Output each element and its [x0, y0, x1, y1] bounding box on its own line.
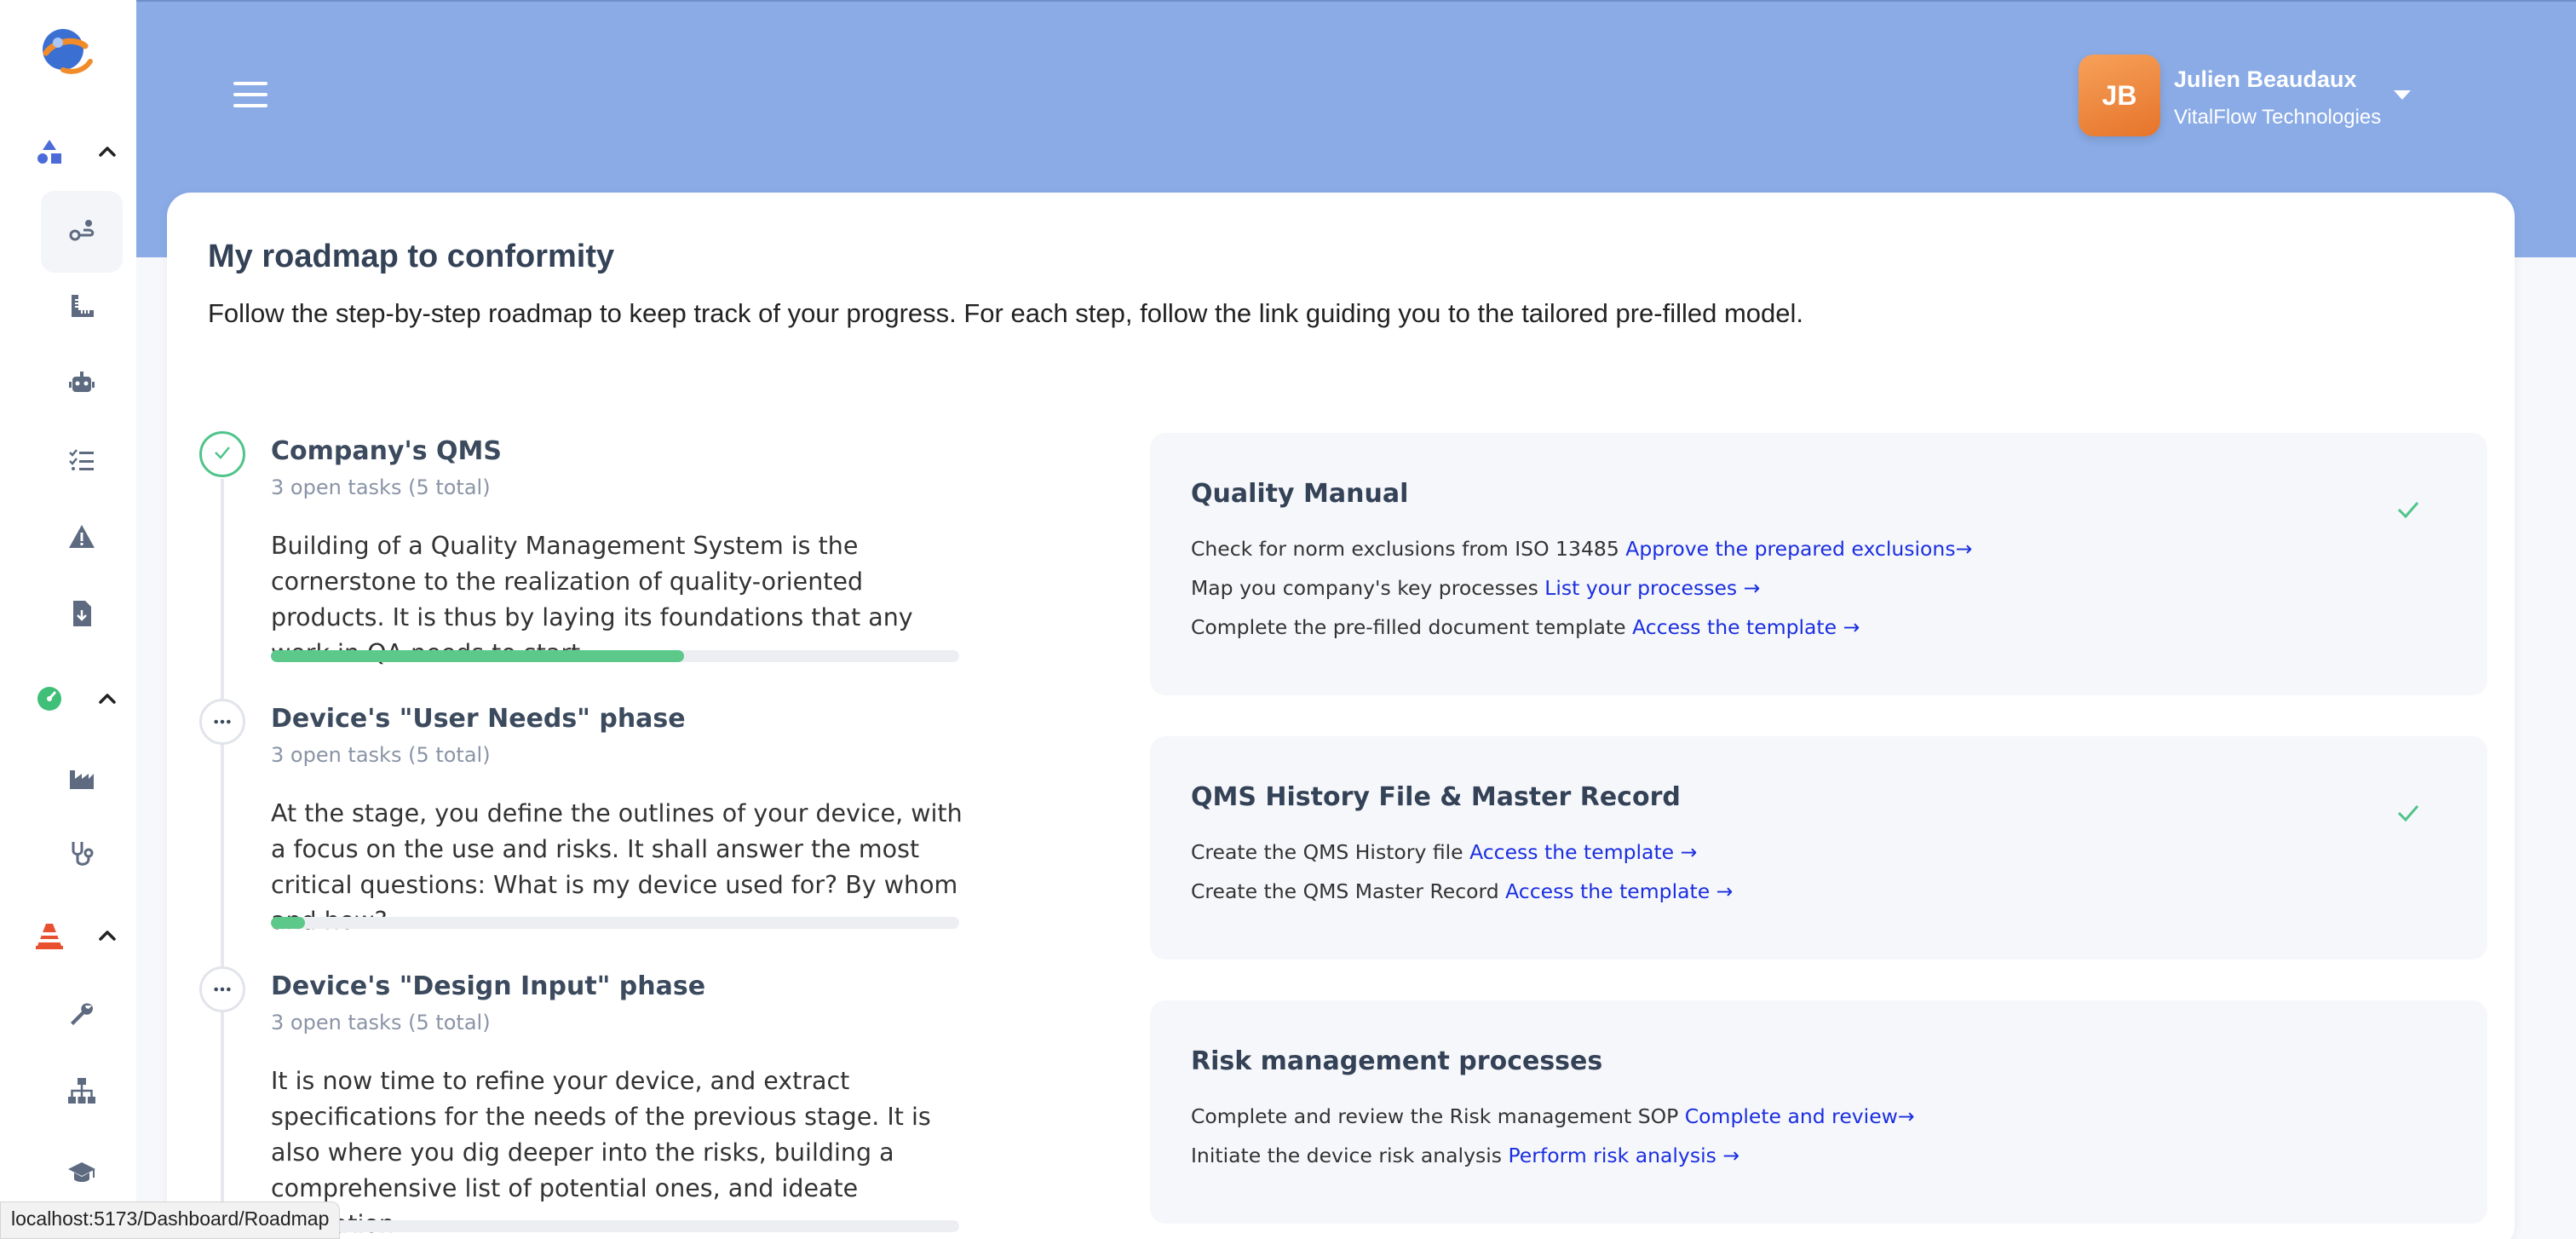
factory-icon — [66, 762, 97, 797]
ruler-icon — [66, 291, 97, 326]
robot-icon — [66, 368, 97, 403]
check-icon — [212, 442, 233, 467]
step-title[interactable]: Company's QMS — [271, 436, 502, 466]
sidebar-item-documents[interactable] — [41, 574, 123, 656]
sidebar-item-organization[interactable] — [41, 1052, 123, 1133]
user-company: VitalFlow Technologies — [2174, 106, 2382, 129]
progress-fill — [271, 917, 306, 929]
task-text: Map you company's key processes — [1191, 576, 1545, 600]
sidebar-group-design[interactable] — [34, 128, 119, 179]
arrow-right-icon: → — [1716, 879, 1734, 903]
card-title: Risk management processes — [1191, 1046, 1603, 1076]
arrow-right-icon: → — [1955, 537, 1973, 561]
page-subtitle: Follow the step-by-step roadmap to keep … — [208, 298, 1804, 328]
page-title: My roadmap to conformity — [208, 239, 615, 274]
browser-status-url: localhost:5173/Dashboard/Roadmap — [0, 1202, 341, 1239]
step-progress-bar — [271, 1220, 959, 1232]
sitemap-icon — [66, 1075, 97, 1110]
arrow-right-icon: → — [1743, 576, 1761, 600]
roadmap-icon — [66, 215, 97, 250]
task-text: Create the QMS Master Record — [1191, 879, 1506, 903]
task-text: Create the QMS History file — [1191, 840, 1470, 864]
step-title[interactable]: Device's "Design Input" phase — [271, 971, 705, 1001]
task-card: Quality Manual Check for norm exclusions… — [1150, 433, 2487, 695]
task-link[interactable]: Access the template → — [1469, 840, 1697, 864]
step-task-count: 3 open tasks (5 total) — [271, 1011, 491, 1034]
traffic-cone-icon — [34, 920, 65, 955]
task-text: Check for norm exclusions from ISO 13485 — [1191, 537, 1626, 561]
check-icon — [2395, 499, 2421, 520]
shapes-icon — [34, 136, 65, 171]
task-item: Map you company's key processes List you… — [1191, 576, 1760, 600]
arrow-right-icon: → — [1843, 615, 1860, 639]
card-title: QMS History File & Master Record — [1191, 782, 1681, 812]
timeline-line — [221, 479, 224, 1239]
graduation-cap-icon — [66, 1157, 97, 1192]
step-description: It is now time to refine your device, an… — [271, 1067, 931, 1238]
chevron-up-icon[interactable] — [95, 687, 119, 715]
task-item: Create the QMS History file Access the t… — [1191, 840, 1697, 864]
user-name[interactable]: Julien Beaudaux — [2174, 66, 2357, 93]
sidebar-group-operations[interactable] — [34, 912, 119, 963]
check-icon — [2395, 803, 2421, 823]
task-text: Complete and review the Risk management … — [1191, 1104, 1685, 1128]
task-link[interactable]: Access the template → — [1632, 615, 1860, 639]
app-logo[interactable] — [37, 24, 95, 82]
stethoscope-icon — [66, 838, 97, 873]
task-link[interactable]: Perform risk analysis → — [1508, 1144, 1739, 1167]
task-text: Initiate the device risk analysis — [1191, 1144, 1509, 1167]
sidebar-item-roadmap[interactable] — [41, 191, 123, 273]
step-status-pending — [199, 966, 245, 1012]
hamburger-icon[interactable] — [233, 82, 267, 111]
sidebar-item-tools[interactable] — [41, 975, 123, 1057]
card-title: Quality Manual — [1191, 479, 1409, 509]
task-item: Complete and review the Risk management … — [1191, 1104, 1915, 1128]
sidebar-item-clinical[interactable] — [41, 815, 123, 896]
sidebar-item-ai[interactable] — [41, 344, 123, 426]
arrow-right-icon: → — [1722, 1144, 1740, 1167]
chevron-up-icon[interactable] — [95, 924, 119, 952]
file-download-icon — [66, 598, 97, 633]
progress-fill — [271, 650, 684, 662]
sidebar-item-checklist[interactable] — [41, 421, 123, 503]
sidebar — [0, 0, 136, 1239]
ellipsis-icon — [213, 982, 232, 997]
step-status-done — [199, 431, 245, 477]
step-task-count: 3 open tasks (5 total) — [271, 743, 491, 767]
task-item: Initiate the device risk analysis Perfor… — [1191, 1144, 1739, 1167]
caret-down-icon[interactable] — [2392, 89, 2412, 102]
step-title[interactable]: Device's "User Needs" phase — [271, 704, 686, 734]
step-progress-bar — [271, 917, 959, 929]
ellipsis-icon — [213, 714, 232, 729]
task-link[interactable]: List your processes → — [1544, 576, 1760, 600]
task-link[interactable]: Access the template → — [1505, 879, 1733, 903]
sidebar-item-risks[interactable] — [41, 498, 123, 579]
step-progress-bar — [271, 650, 959, 662]
task-card: Risk management processes Complete and r… — [1150, 1000, 2487, 1224]
task-link[interactable]: Approve the prepared exclusions→ — [1625, 537, 1972, 561]
chevron-up-icon[interactable] — [95, 140, 119, 168]
dashboard-gauge-icon — [34, 683, 65, 718]
step-status-pending — [199, 699, 245, 745]
sidebar-item-measure[interactable] — [41, 268, 123, 349]
task-item: Create the QMS Master Record Access the … — [1191, 879, 1733, 903]
sidebar-item-company[interactable] — [41, 738, 123, 820]
arrow-right-icon: → — [1897, 1104, 1915, 1128]
task-text: Complete the pre-filled document templat… — [1191, 615, 1633, 639]
step-task-count: 3 open tasks (5 total) — [271, 475, 491, 499]
task-card: QMS History File & Master Record Create … — [1150, 736, 2487, 960]
checklist-icon — [66, 445, 97, 480]
warning-icon — [66, 522, 97, 556]
task-item: Check for norm exclusions from ISO 13485… — [1191, 537, 1972, 561]
sidebar-group-monitoring[interactable] — [34, 675, 119, 726]
wrench-icon — [66, 999, 97, 1034]
task-item: Complete the pre-filled document templat… — [1191, 615, 1860, 639]
avatar[interactable]: JB — [2079, 55, 2160, 136]
task-link[interactable]: Complete and review→ — [1685, 1104, 1915, 1128]
arrow-right-icon: → — [1680, 840, 1698, 864]
